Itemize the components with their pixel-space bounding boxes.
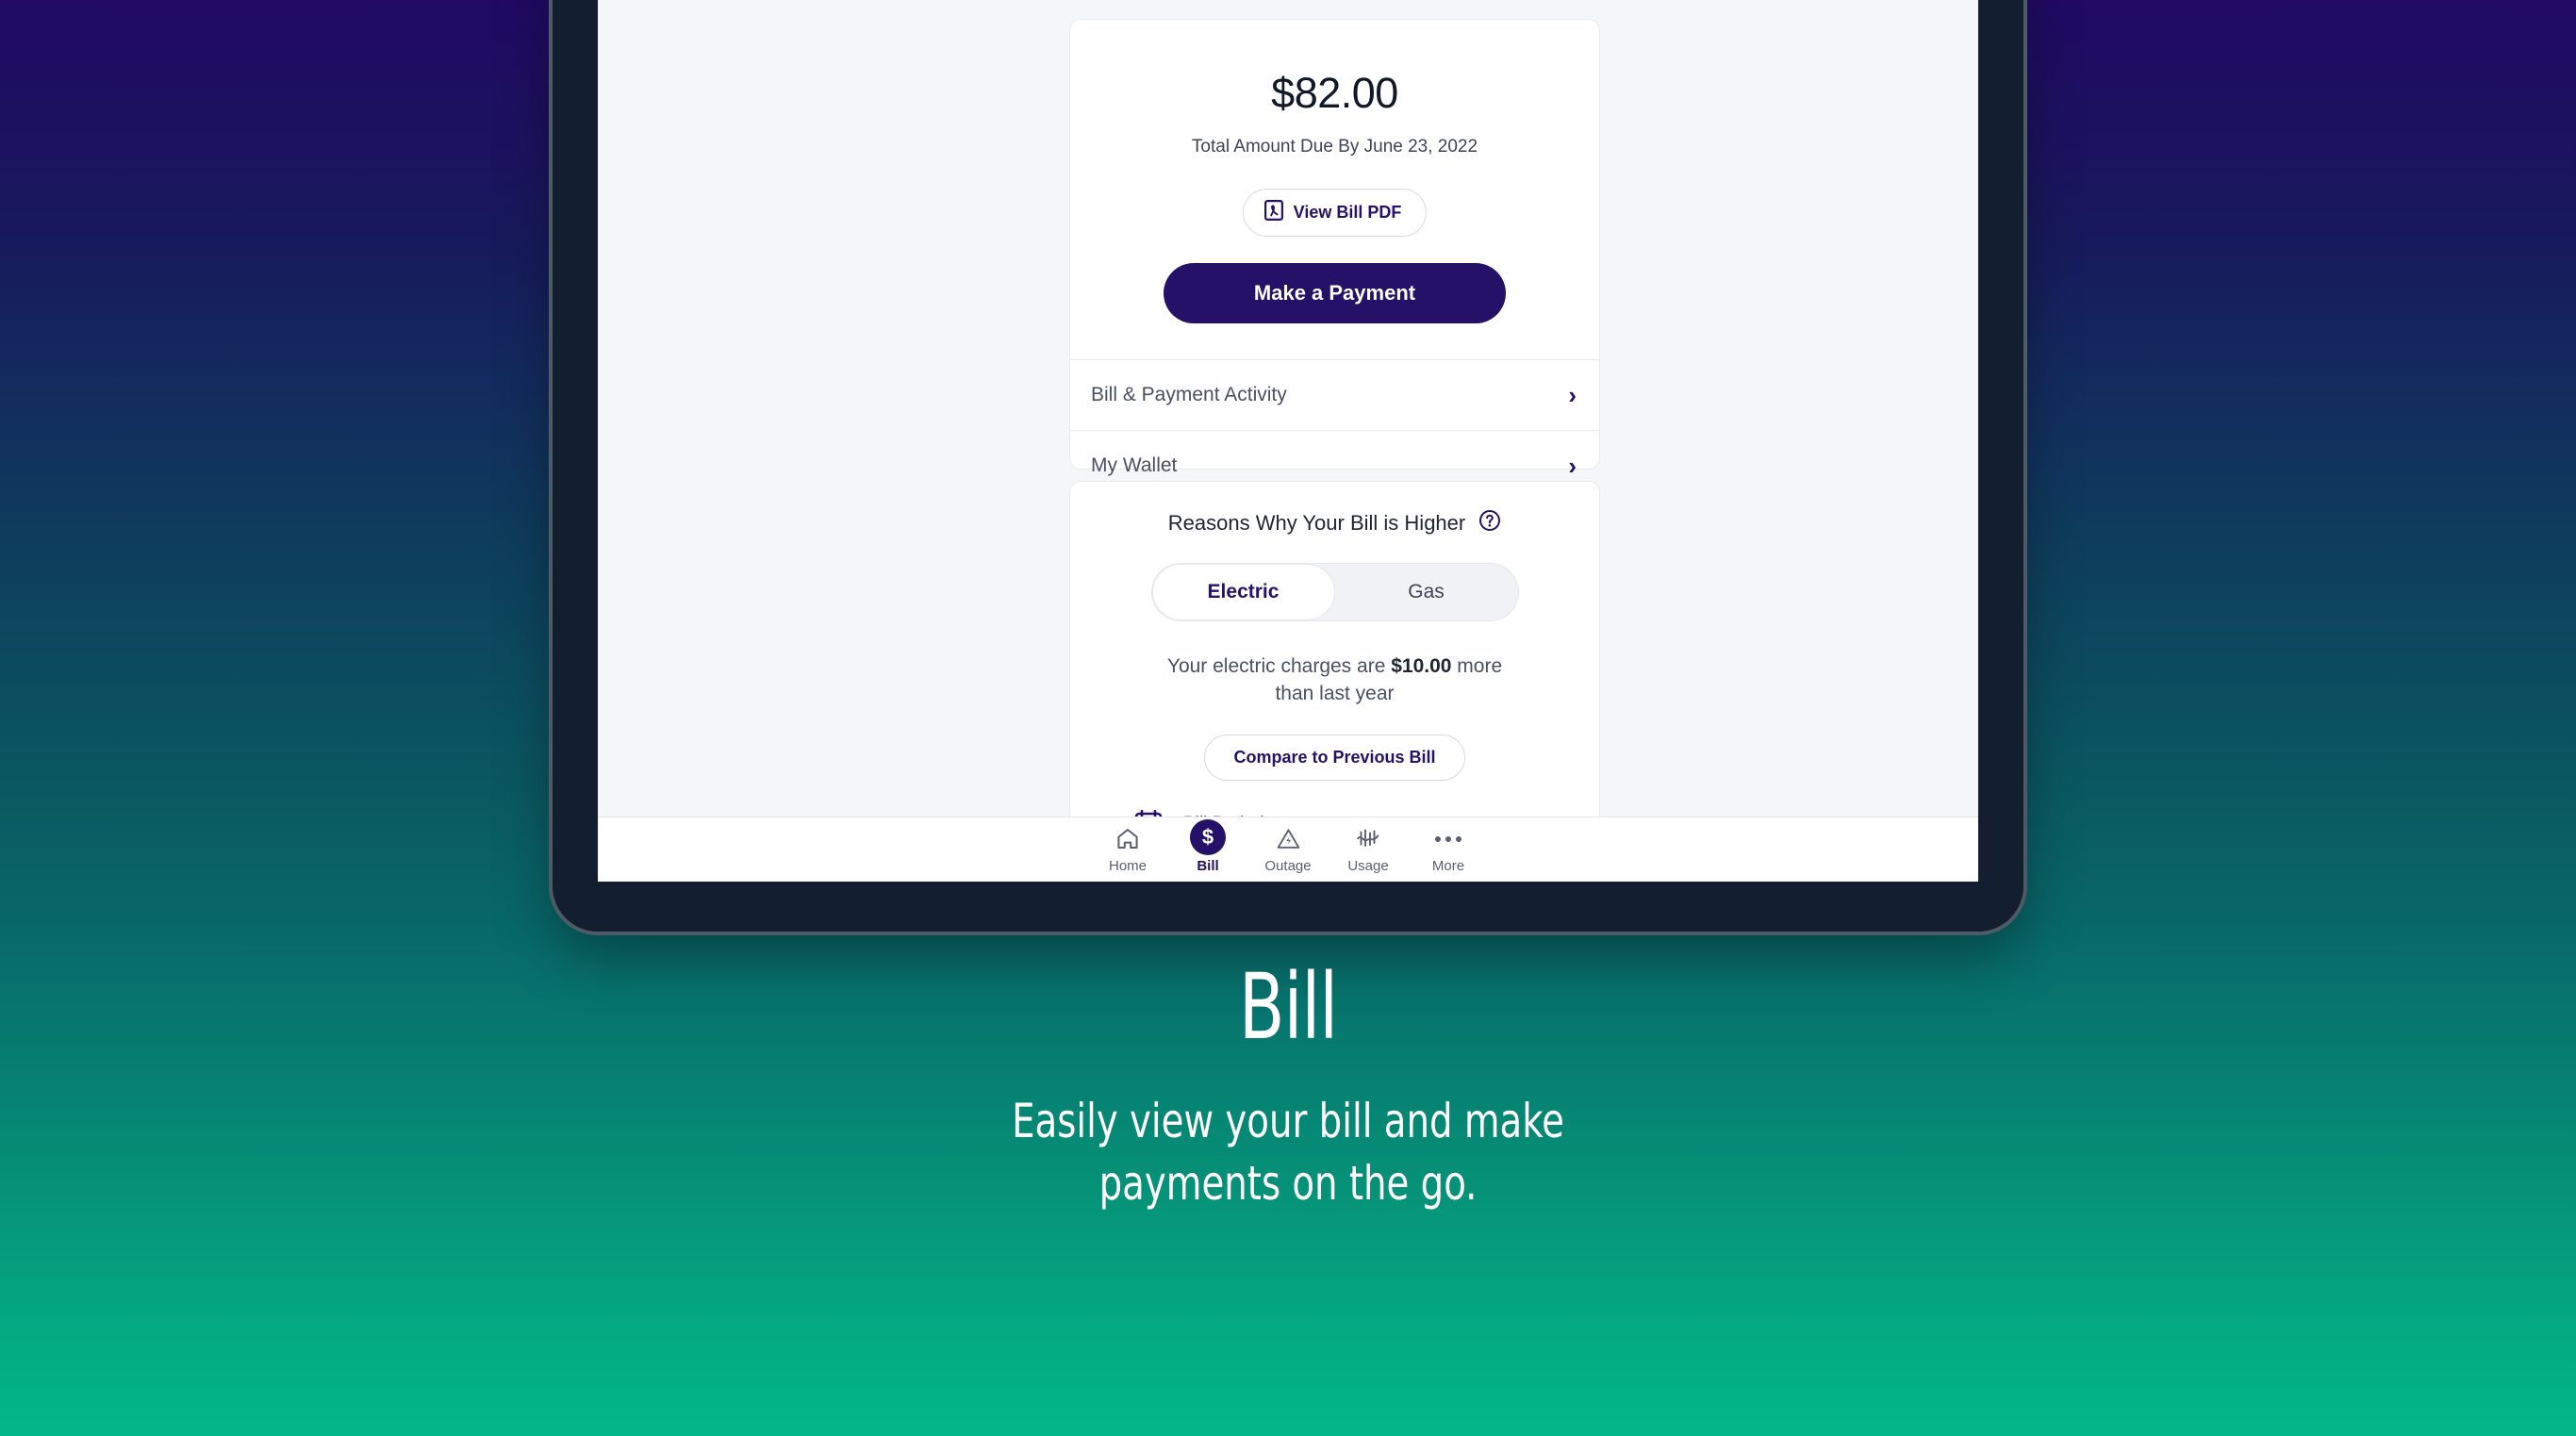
reasons-card-title: Reasons Why Your Bill is Higher [1167,510,1466,535]
comparison-prefix: Your electric charges are [1166,655,1392,677]
make-payment-button-wrap: Make a Payment [1070,263,1599,323]
toggle-option-gas[interactable]: Gas [1335,564,1518,620]
make-payment-button[interactable]: Make a Payment [1164,263,1506,323]
home-icon [1115,826,1140,852]
bill-card-link-list: Bill & Payment Activity › My Wallet › [1070,359,1599,501]
question-circle-icon[interactable] [1478,509,1501,536]
bill-summary-card: $82.00 Total Amount Due By June 23, 2022… [1069,19,1600,478]
bottom-tab-bar: Home $ Bill Outage Usage More [598,817,1978,882]
promo-subhead-line-1: Easily view your bill and make [1012,1094,1564,1148]
view-bill-pdf-button[interactable]: View Bill PDF [1242,189,1428,237]
promo-subhead-line-2: payments on the go. [1098,1156,1478,1211]
tablet-device-frame: $82.00 Total Amount Due By June 23, 2022… [553,0,2023,932]
bill-badge: $ [1190,818,1226,855]
reasons-title-row: Reasons Why Your Bill is Higher [1070,509,1599,536]
view-bill-pdf-label: View Bill PDF [1293,203,1402,222]
view-pdf-button-wrap: View Bill PDF [1070,189,1599,237]
pdf-file-icon [1263,200,1283,225]
outage-icon [1276,826,1301,852]
promo-screenshot: $82.00 Total Amount Due By June 23, 2022… [0,0,2576,1436]
my-wallet-label: My Wallet [1091,454,1178,476]
promo-headline: Bill [1238,954,1338,1060]
tab-usage[interactable]: Usage [1329,826,1409,874]
bill-payment-activity-label: Bill & Payment Activity [1091,384,1287,405]
promo-caption: Bill Easily view your bill and make paym… [0,962,2576,1214]
fuel-type-toggle[interactable]: Electric Gas [1150,563,1519,621]
promo-subhead: Easily view your bill and make payments … [180,1090,2396,1214]
tab-outage[interactable]: Outage [1248,826,1329,874]
charge-comparison-text: Your electric charges are $10.00 more th… [1147,653,1524,708]
tab-usage-label: Usage [1347,857,1389,874]
usage-icon [1355,826,1381,852]
chevron-right-icon: › [1568,452,1577,480]
comparison-amount: $10.00 [1391,655,1452,677]
bill-payment-activity-row[interactable]: Bill & Payment Activity › [1070,360,1599,431]
tab-more[interactable]: More [1409,826,1489,874]
tab-more-label: More [1431,857,1465,874]
device-screen: $82.00 Total Amount Due By June 23, 2022… [598,0,1978,882]
chevron-right-icon: › [1568,381,1577,409]
tab-home[interactable]: Home [1088,826,1168,874]
ellipsis-icon [1435,826,1461,852]
tab-bill[interactable]: $ Bill [1168,818,1248,874]
compare-previous-bill-button[interactable]: Compare to Previous Bill [1204,734,1465,781]
toggle-option-electric[interactable]: Electric [1152,564,1335,620]
bill-amount: $82.00 [1271,69,1398,117]
reasons-bill-higher-card: Reasons Why Your Bill is Higher Electric [1069,481,1600,817]
bill-due-text: Total Amount Due By June 23, 2022 [1191,137,1478,157]
tab-bill-label: Bill [1197,857,1219,874]
compare-button-wrap: Compare to Previous Bill [1070,734,1599,781]
dollar-icon: $ [1190,818,1226,855]
app-scroll-area[interactable]: $82.00 Total Amount Due By June 23, 2022… [598,0,1978,817]
tab-outage-label: Outage [1264,857,1312,874]
tab-home-label: Home [1108,857,1147,874]
